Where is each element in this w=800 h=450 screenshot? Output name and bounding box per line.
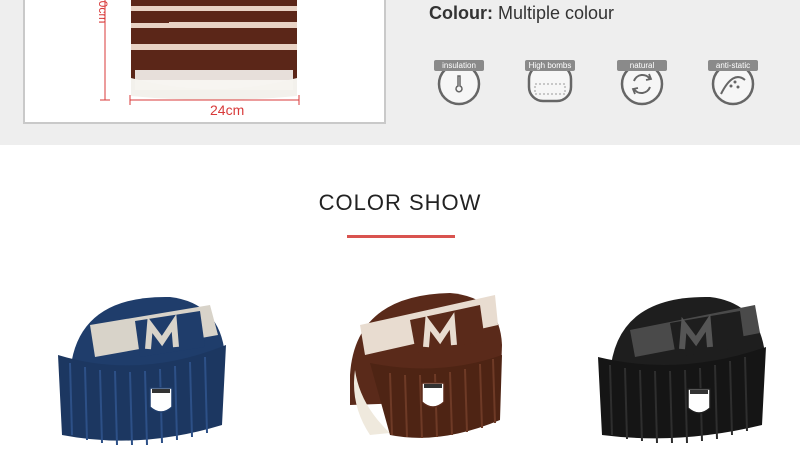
colour-label: Colour: (429, 3, 493, 23)
feature-label: High bombs (525, 60, 575, 71)
colour-value: Multiple colour (498, 3, 615, 23)
size-chart-hat (131, 0, 297, 100)
width-label: 24cm (210, 102, 245, 118)
hat-brown-image (350, 293, 502, 439)
feature-insulation: insulation (434, 60, 484, 106)
feature-high-bombs: High bombs (525, 60, 575, 106)
section-title: COLOR SHOW (318, 190, 482, 215)
feature-natural: natural (617, 60, 667, 106)
title-underline (347, 235, 455, 238)
size-chart-illustration (100, 0, 300, 105)
feature-anti-static: anti-static (708, 60, 758, 106)
hat-black-image (598, 296, 766, 444)
size-chart-panel: 20cm 24cm (23, 0, 386, 124)
height-label: 20cm (96, 0, 110, 24)
feature-label: natural (617, 60, 667, 71)
feature-label: anti-static (708, 60, 758, 71)
feature-label: insulation (434, 60, 484, 71)
colour-row: Colour: Multiple colour (429, 3, 614, 24)
hat-navy-image (58, 296, 226, 446)
